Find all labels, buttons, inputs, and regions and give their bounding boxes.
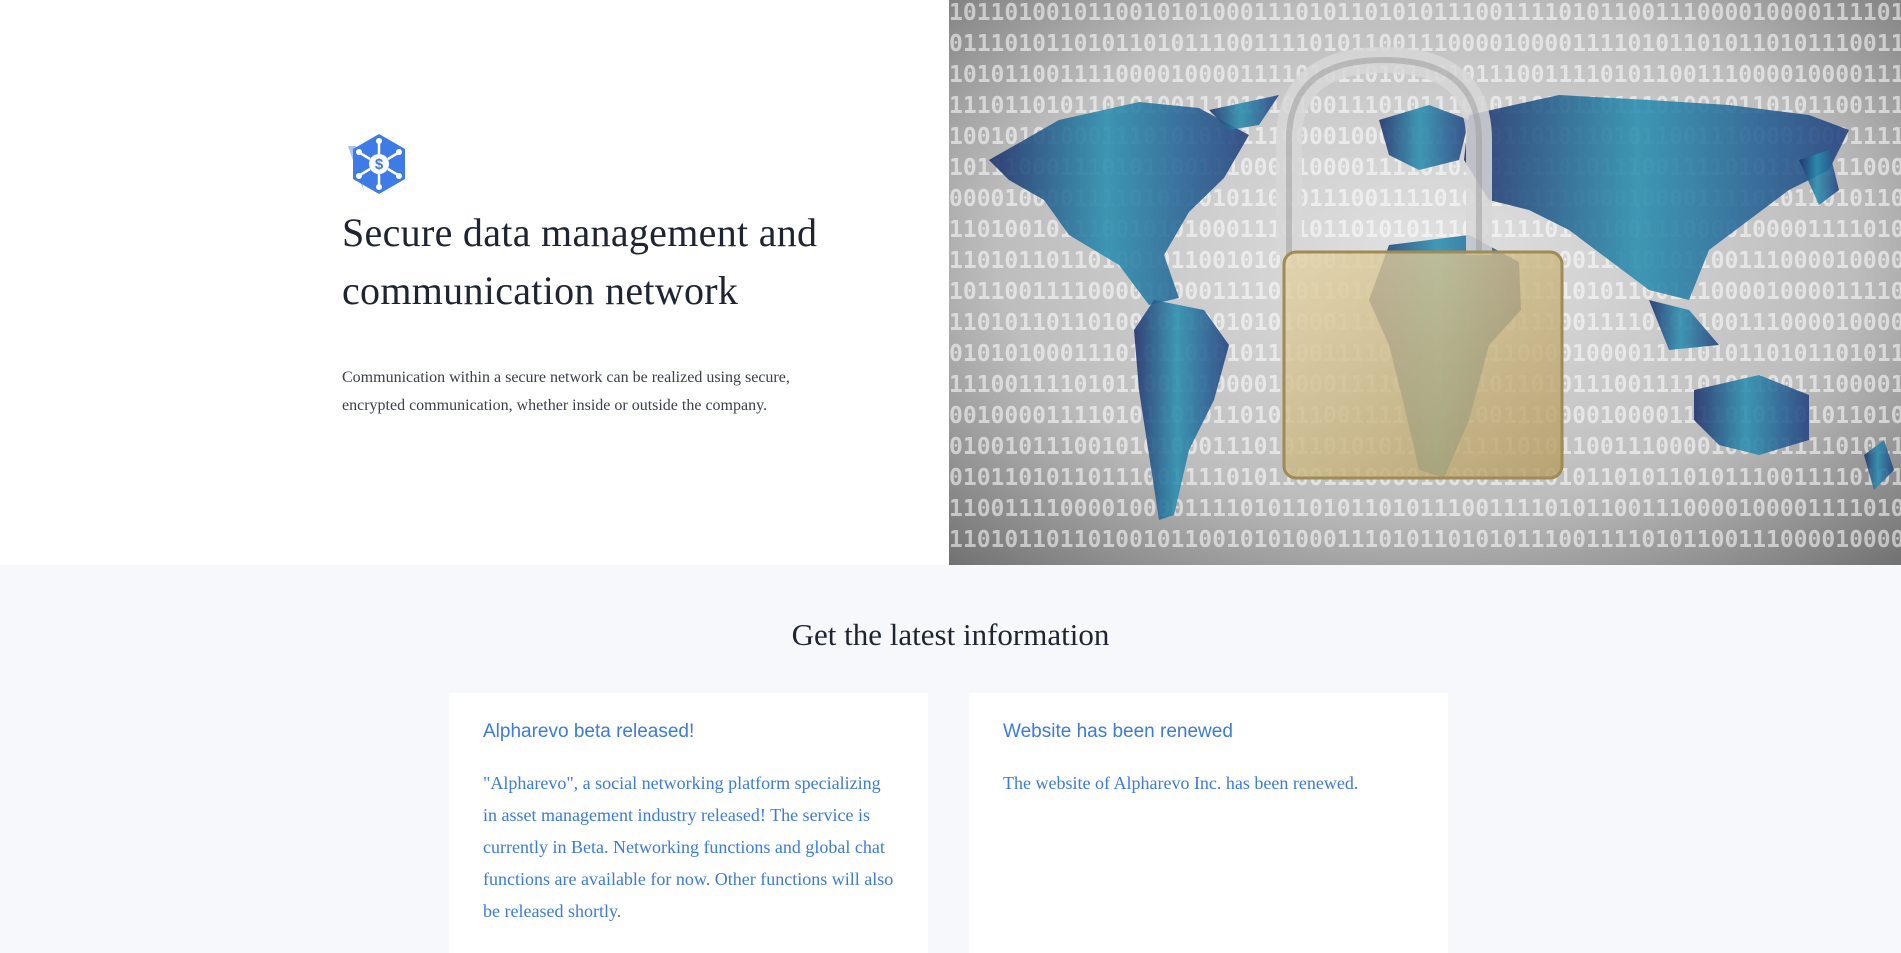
news-card-renewed[interactable]: Website has been renewed The website of … bbox=[969, 693, 1448, 953]
hero-description: Communication within a secure network ca… bbox=[342, 369, 790, 414]
hero-text-block: $ Secure data management and communicati… bbox=[342, 132, 842, 420]
hero-section: $ Secure data management and communicati… bbox=[0, 0, 1901, 565]
svg-text:$: $ bbox=[375, 156, 384, 173]
hero-title: Secure data management and communication… bbox=[342, 210, 818, 313]
hero-image: 1011010010110010101000111010110101011100… bbox=[949, 0, 1901, 565]
news-card-title[interactable]: Website has been renewed bbox=[1003, 721, 1414, 743]
news-card-body: The website of Alpharevo Inc. has been r… bbox=[1003, 773, 1359, 793]
binary-row: 1100111100001000011110101101011010111001… bbox=[949, 496, 1901, 522]
news-heading: Get the latest information bbox=[791, 617, 1110, 652]
news-card-body: "Alpharevo", a social networking platfor… bbox=[483, 773, 894, 921]
binary-row: 1101011011010010110010101000111010110101… bbox=[949, 527, 1901, 553]
news-section: Get the latest information Alpharevo bet… bbox=[0, 565, 1901, 953]
news-card-beta[interactable]: Alpharevo beta released! "Alpharevo", a … bbox=[449, 693, 928, 953]
news-card-title[interactable]: Alpharevo beta released! bbox=[483, 721, 894, 743]
padlock-world-map-image: 1011010010110010101000111010110101011100… bbox=[949, 0, 1901, 565]
binary-row: 1011010010110010101000111010110101011100… bbox=[949, 0, 1901, 26]
hexagon-dollar-network-icon: $ bbox=[348, 134, 405, 194]
